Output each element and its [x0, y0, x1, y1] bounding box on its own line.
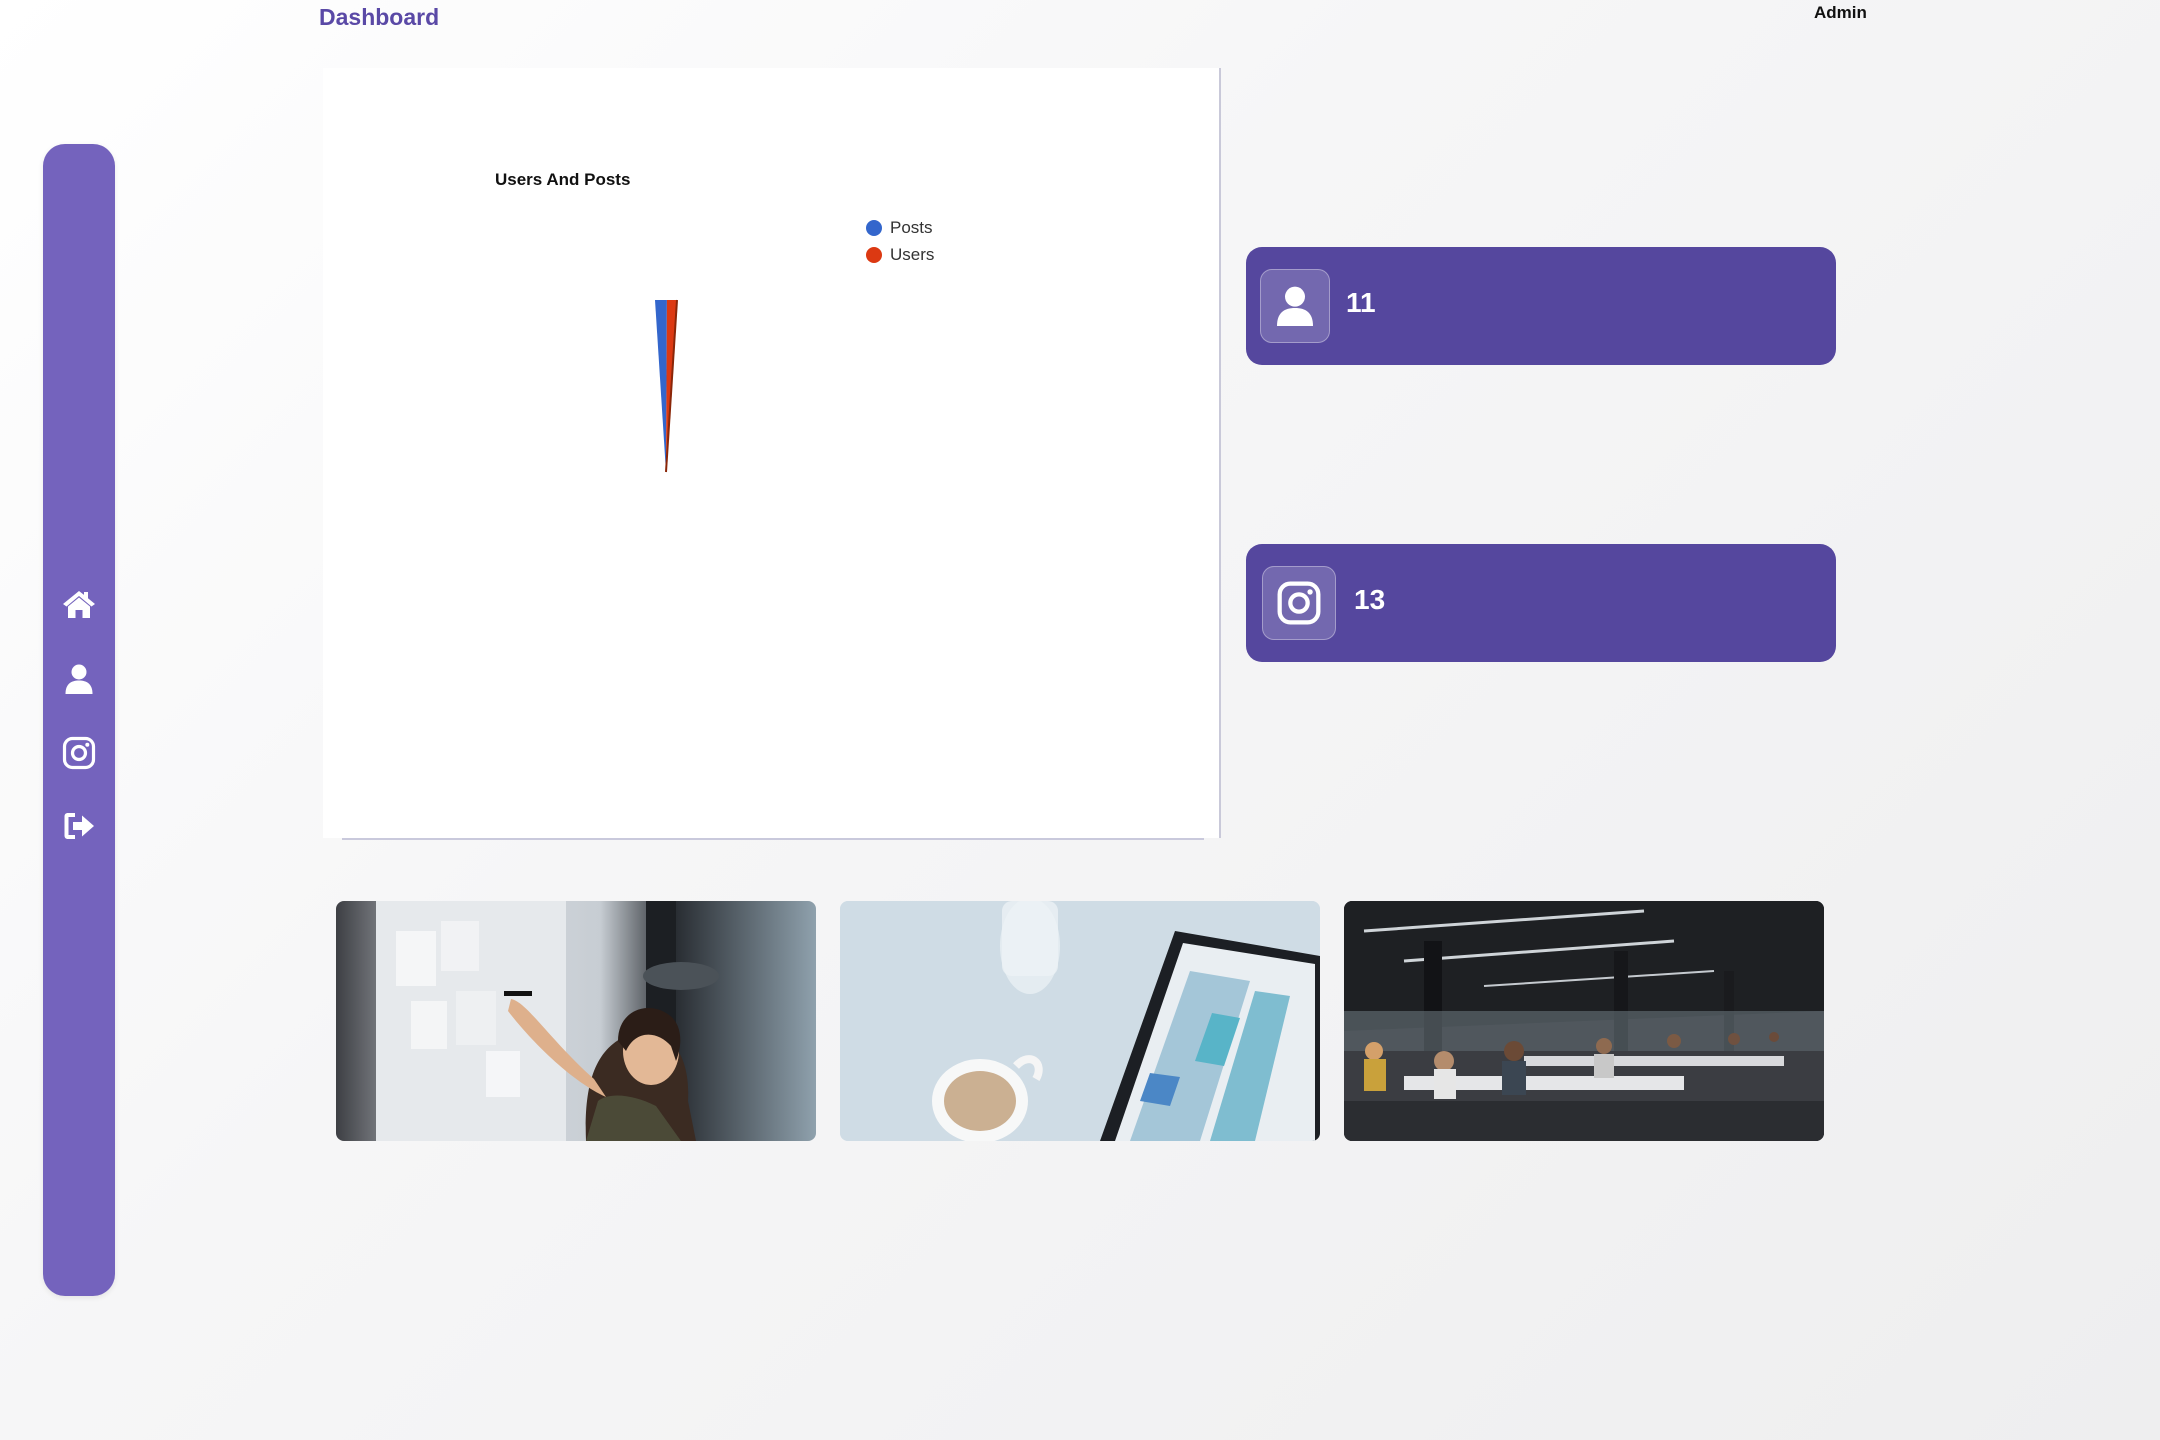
instagram-icon: [62, 736, 96, 770]
users-count: 11: [1346, 287, 1376, 318]
sidebar: [43, 144, 115, 1296]
users-card-icon-box: [1260, 269, 1330, 343]
legend-dot-users: [866, 246, 882, 263]
sidebar-item-home[interactable]: [61, 586, 97, 622]
pie-slice-posts[interactable]: [655, 300, 667, 472]
home-icon: [63, 591, 95, 618]
user-icon: [65, 664, 93, 694]
image-open-office: [1344, 901, 1824, 1141]
sidebar-item-posts[interactable]: [61, 735, 97, 771]
photo-open-office: [1344, 901, 1824, 1141]
legend-item-posts[interactable]: Posts: [866, 214, 934, 241]
user-name[interactable]: Admin: [1814, 3, 1867, 23]
sidebar-item-logout[interactable]: [61, 808, 97, 844]
legend-dot-posts: [866, 219, 882, 236]
legend-label-posts: Posts: [890, 217, 933, 237]
page-title: Dashboard: [319, 4, 440, 30]
image-woman-whiteboard: [336, 901, 816, 1141]
logout-icon: [64, 813, 94, 839]
chart-panel: Users And Posts Posts Users: [323, 68, 1221, 838]
sidebar-item-users[interactable]: [61, 661, 97, 697]
photo-woman-whiteboard: [336, 901, 816, 1141]
pie-chart: [655, 299, 678, 473]
posts-count-card[interactable]: 13: [1246, 544, 1836, 662]
instagram-icon: [1277, 581, 1321, 625]
posts-card-icon-box: [1262, 566, 1336, 640]
legend-item-users[interactable]: Users: [866, 241, 934, 268]
users-count-card[interactable]: 11: [1246, 247, 1836, 365]
posts-count: 13: [1354, 584, 1386, 615]
legend-label-users: Users: [890, 244, 935, 264]
photo-coffee-tablet: [840, 901, 1320, 1141]
chart-divider: [342, 838, 1204, 840]
image-coffee-tablet: [840, 901, 1320, 1141]
user-icon: [1277, 286, 1313, 326]
chart-legend: Posts Users: [866, 214, 934, 268]
